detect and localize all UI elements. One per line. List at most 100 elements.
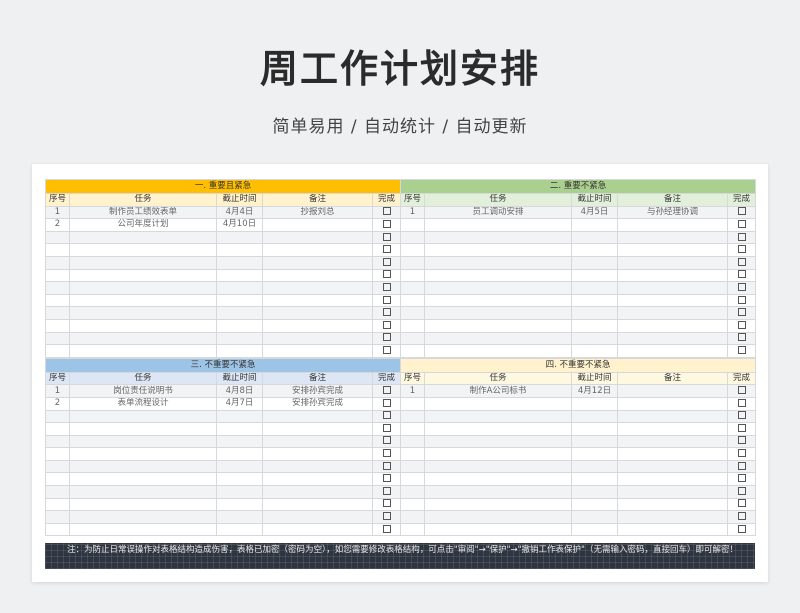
deadline-cell[interactable]: 4月5日 — [571, 205, 618, 220]
task-cell[interactable] — [424, 497, 572, 512]
deadline-cell[interactable] — [216, 243, 263, 257]
done-cell[interactable] — [726, 318, 757, 333]
deadline-cell[interactable] — [571, 306, 618, 320]
row-index[interactable] — [400, 243, 425, 257]
checkbox-icon[interactable] — [737, 282, 746, 291]
task-cell[interactable] — [424, 422, 572, 436]
task-cell[interactable] — [69, 459, 217, 474]
deadline-cell[interactable] — [571, 409, 618, 424]
checkbox-icon[interactable] — [382, 486, 391, 495]
deadline-cell[interactable] — [571, 447, 618, 461]
remark-cell[interactable] — [617, 306, 728, 320]
task-cell[interactable] — [69, 344, 217, 358]
row-index[interactable] — [400, 522, 425, 537]
checkbox-icon[interactable] — [382, 333, 391, 342]
deadline-cell[interactable] — [571, 331, 618, 346]
row-index[interactable] — [45, 243, 70, 257]
done-cell[interactable] — [371, 522, 402, 537]
row-index[interactable]: 2 — [45, 396, 70, 411]
row-index[interactable] — [45, 510, 70, 524]
task-cell[interactable] — [424, 485, 572, 499]
task-cell[interactable] — [69, 522, 217, 537]
remark-cell[interactable] — [617, 447, 728, 461]
checkbox-icon[interactable] — [382, 257, 391, 266]
checkbox-icon[interactable] — [382, 219, 391, 228]
checkbox-icon[interactable] — [382, 207, 391, 216]
row-index[interactable] — [45, 306, 70, 320]
remark-cell[interactable] — [617, 255, 728, 270]
checkbox-icon[interactable] — [382, 270, 391, 279]
deadline-cell[interactable] — [571, 218, 618, 232]
checkbox-icon[interactable] — [737, 474, 746, 483]
done-cell[interactable] — [726, 497, 757, 512]
done-cell[interactable] — [726, 268, 757, 283]
remark-cell[interactable] — [262, 255, 373, 270]
row-index[interactable] — [45, 293, 70, 308]
checkbox-icon[interactable] — [737, 436, 746, 445]
done-cell[interactable] — [371, 344, 402, 358]
checkbox-icon[interactable] — [737, 295, 746, 304]
deadline-cell[interactable] — [216, 268, 263, 283]
checkbox-icon[interactable] — [737, 345, 746, 354]
checkbox-icon[interactable] — [382, 423, 391, 432]
row-index[interactable] — [45, 409, 70, 424]
row-index[interactable] — [45, 255, 70, 270]
checkbox-icon[interactable] — [382, 232, 391, 241]
remark-cell[interactable] — [262, 281, 373, 295]
task-cell[interactable]: 制作员工绩效表单 — [69, 205, 217, 220]
row-index[interactable] — [45, 485, 70, 499]
task-cell[interactable] — [424, 396, 572, 411]
remark-cell[interactable] — [262, 485, 373, 499]
remark-cell[interactable] — [262, 218, 373, 232]
remark-cell[interactable] — [262, 447, 373, 461]
row-index[interactable]: 1 — [400, 205, 425, 220]
task-cell[interactable] — [424, 281, 572, 295]
deadline-cell[interactable]: 4月10日 — [216, 218, 263, 232]
done-cell[interactable] — [371, 331, 402, 346]
deadline-cell[interactable] — [216, 522, 263, 537]
checkbox-icon[interactable] — [382, 320, 391, 329]
remark-cell[interactable] — [617, 331, 728, 346]
checkbox-icon[interactable] — [382, 461, 391, 470]
row-index[interactable] — [400, 268, 425, 283]
checkbox-icon[interactable] — [737, 386, 746, 395]
task-cell[interactable] — [69, 497, 217, 512]
deadline-cell[interactable] — [216, 331, 263, 346]
checkbox-icon[interactable] — [382, 474, 391, 483]
row-index[interactable] — [45, 230, 70, 245]
row-index[interactable] — [400, 318, 425, 333]
done-cell[interactable] — [371, 205, 402, 220]
task-cell[interactable] — [424, 306, 572, 320]
task-cell[interactable] — [424, 218, 572, 232]
done-cell[interactable] — [371, 434, 402, 449]
row-index[interactable] — [45, 472, 70, 487]
task-cell[interactable] — [424, 293, 572, 308]
remark-cell[interactable] — [262, 522, 373, 537]
checkbox-icon[interactable] — [737, 486, 746, 495]
remark-cell[interactable] — [617, 434, 728, 449]
deadline-cell[interactable] — [216, 293, 263, 308]
deadline-cell[interactable] — [216, 344, 263, 358]
row-index[interactable] — [45, 459, 70, 474]
checkbox-icon[interactable] — [737, 308, 746, 317]
done-cell[interactable] — [371, 396, 402, 411]
remark-cell[interactable] — [617, 485, 728, 499]
deadline-cell[interactable] — [216, 434, 263, 449]
remark-cell[interactable]: 安排孙宾完成 — [262, 396, 373, 411]
done-cell[interactable] — [371, 218, 402, 232]
remark-cell[interactable]: 安排孙宾完成 — [262, 384, 373, 398]
deadline-cell[interactable] — [216, 306, 263, 320]
remark-cell[interactable] — [617, 318, 728, 333]
remark-cell[interactable] — [617, 459, 728, 474]
task-cell[interactable]: 员工调动安排 — [424, 205, 572, 220]
row-index[interactable] — [400, 510, 425, 524]
deadline-cell[interactable] — [571, 268, 618, 283]
checkbox-icon[interactable] — [737, 398, 746, 407]
task-cell[interactable] — [69, 281, 217, 295]
remark-cell[interactable] — [262, 331, 373, 346]
deadline-cell[interactable] — [571, 396, 618, 411]
task-cell[interactable] — [424, 434, 572, 449]
remark-cell[interactable] — [262, 306, 373, 320]
task-cell[interactable] — [69, 485, 217, 499]
task-cell[interactable]: 制作A公司标书 — [424, 384, 572, 398]
